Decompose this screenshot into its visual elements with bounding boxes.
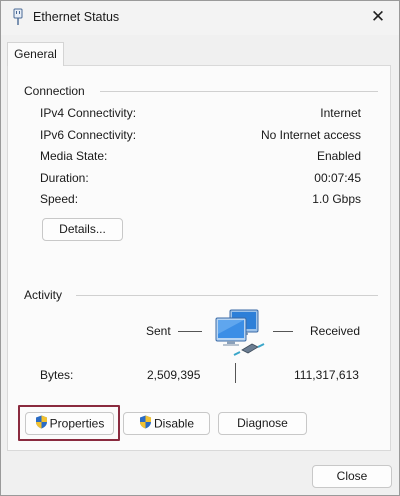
properties-label: Properties <box>49 416 105 431</box>
ipv6-label: IPv6 Connectivity: <box>40 128 137 142</box>
activity-divider <box>76 295 378 296</box>
close-window-icon[interactable]: ✕ <box>367 7 389 29</box>
window-title: Ethernet Status <box>33 10 120 24</box>
received-label: Received <box>310 324 361 338</box>
speed-value: 1.0 Gbps <box>312 192 361 206</box>
speed-label: Speed: <box>40 192 79 206</box>
duration-value: 00:07:45 <box>314 171 361 185</box>
bytes-sent-value: 2,509,395 <box>147 368 201 382</box>
bytes-label: Bytes: <box>40 368 74 382</box>
properties-button[interactable]: Properties <box>25 412 114 435</box>
general-panel: Connection IPv4 Connectivity: Internet I… <box>7 65 391 451</box>
sent-line <box>178 331 202 332</box>
uac-shield-icon <box>139 415 151 429</box>
diagnose-button[interactable]: Diagnose <box>218 412 307 435</box>
ethernet-adapter-icon <box>13 8 23 25</box>
received-line <box>273 331 293 332</box>
ethernet-status-dialog: Ethernet Status ✕ General Connection IPv… <box>0 0 400 496</box>
disable-label: Disable <box>153 416 195 431</box>
connection-divider <box>100 91 378 92</box>
activity-header: Activity <box>24 288 63 302</box>
media-state-value: Enabled <box>316 149 361 163</box>
media-state-label: Media State: <box>40 149 108 163</box>
bytes-divider <box>235 363 236 383</box>
uac-shield-icon <box>35 415 47 429</box>
bytes-received-value: 111,317,613 <box>294 368 359 382</box>
ipv4-label: IPv4 Connectivity: <box>40 106 137 120</box>
network-computers-icon <box>215 309 265 356</box>
tab-general[interactable]: General <box>7 42 64 66</box>
ipv4-value: Internet <box>320 106 361 120</box>
ipv6-value: No Internet access <box>260 128 361 142</box>
disable-button[interactable]: Disable <box>123 412 210 435</box>
title-bar: Ethernet Status ✕ <box>1 1 399 35</box>
duration-label: Duration: <box>40 171 89 185</box>
sent-label: Sent <box>146 324 171 338</box>
close-button[interactable]: Close <box>312 465 392 488</box>
connection-header: Connection <box>24 84 85 98</box>
details-button[interactable]: Details... <box>42 218 123 241</box>
